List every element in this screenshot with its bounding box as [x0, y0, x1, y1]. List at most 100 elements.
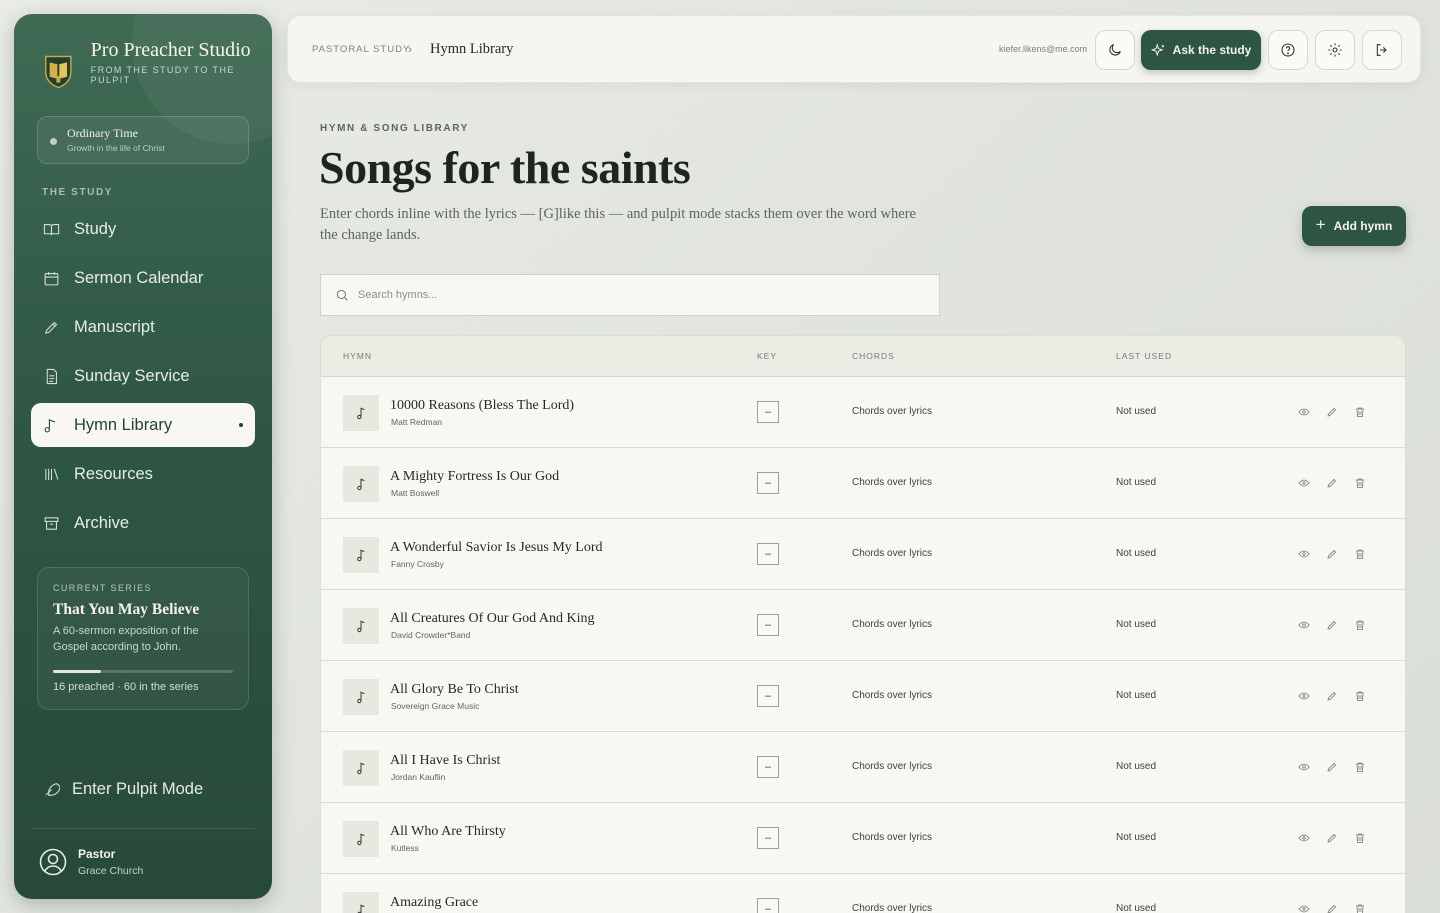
view-button[interactable]	[1298, 476, 1312, 490]
edit-button[interactable]	[1326, 618, 1340, 632]
view-button[interactable]	[1298, 902, 1312, 913]
sidebar-item-resources[interactable]: Resources	[31, 452, 255, 496]
hymn-key[interactable]: –	[757, 472, 779, 494]
eye-icon	[1298, 692, 1310, 700]
sidebar-item-label: Sermon Calendar	[74, 268, 204, 287]
table-row[interactable]: All I Have Is Christ Jordan Kauflin – Ch…	[321, 732, 1405, 803]
music-note-icon	[357, 904, 365, 913]
hymn-key[interactable]: –	[757, 898, 779, 913]
sidebar-item-label: Hymn Library	[74, 415, 173, 434]
hymn-title[interactable]: All Creatures Of Our God And King	[390, 611, 595, 627]
column-header-key[interactable]: KEY	[757, 351, 777, 361]
table-row[interactable]: Amazing Grace – Chords over lyrics Not u…	[321, 874, 1405, 913]
column-header-hymn[interactable]: HYMN	[343, 351, 372, 361]
edit-button[interactable]	[1326, 760, 1340, 774]
sidebar-item-hymn-library[interactable]: Hymn Library	[31, 403, 255, 447]
hymn-last-used: Not used	[1116, 832, 1157, 843]
view-button[interactable]	[1298, 760, 1312, 774]
delete-button[interactable]	[1354, 902, 1368, 913]
hymn-title[interactable]: A Wonderful Savior Is Jesus My Lord	[390, 540, 603, 556]
hymn-title[interactable]: A Mighty Fortress Is Our God	[390, 469, 559, 485]
hymn-key[interactable]: –	[757, 401, 779, 423]
delete-button[interactable]	[1354, 760, 1368, 774]
help-button[interactable]	[1268, 30, 1308, 70]
hymn-title[interactable]: 10000 Reasons (Bless The Lord)	[390, 398, 574, 414]
eye-icon	[1298, 408, 1310, 416]
trash-icon	[1356, 762, 1364, 772]
eye-icon	[1298, 621, 1310, 629]
pencil-icon	[1327, 762, 1337, 772]
sidebar-item-sunday-service[interactable]: Sunday Service	[31, 354, 255, 398]
hymn-title[interactable]: All I Have Is Christ	[390, 753, 500, 769]
view-button[interactable]	[1298, 689, 1312, 703]
delete-button[interactable]	[1354, 831, 1368, 845]
sidebar-item-study[interactable]: Study	[31, 207, 255, 251]
nav-section-label: THE STUDY	[42, 187, 114, 198]
breadcrumb-root[interactable]: PASTORAL STUDY	[312, 44, 410, 55]
column-header-last-used[interactable]: LAST USED	[1116, 351, 1172, 361]
edit-button[interactable]	[1326, 476, 1340, 490]
page-description: Enter chords inline with the lyrics — [G…	[320, 206, 916, 243]
table-row[interactable]: All Who Are Thirsty Kutless – Chords ove…	[321, 803, 1405, 874]
hymn-thumbnail	[343, 537, 379, 573]
music-note-icon	[357, 549, 365, 562]
hymn-key[interactable]: –	[757, 685, 779, 707]
ask-the-study-button[interactable]: Ask the study	[1141, 30, 1261, 70]
table-row[interactable]: 10000 Reasons (Bless The Lord) Matt Redm…	[321, 377, 1405, 448]
hymn-title[interactable]: All Who Are Thirsty	[390, 824, 506, 840]
user-profile[interactable]: Pastor Grace Church	[39, 847, 143, 877]
hymn-key[interactable]: –	[757, 827, 779, 849]
theme-toggle-button[interactable]	[1095, 30, 1135, 70]
pencil-icon	[1327, 904, 1337, 913]
delete-button[interactable]	[1354, 476, 1368, 490]
view-button[interactable]	[1298, 618, 1312, 632]
edit-button[interactable]	[1326, 902, 1340, 913]
delete-button[interactable]	[1354, 405, 1368, 419]
sidebar-item-manuscript[interactable]: Manuscript	[31, 305, 255, 349]
hymn-key[interactable]: –	[757, 543, 779, 565]
hymn-key[interactable]: –	[757, 756, 779, 778]
season-dot	[50, 138, 57, 145]
delete-button[interactable]	[1354, 547, 1368, 561]
hymn-author: Matt Boswell	[391, 488, 440, 498]
settings-button[interactable]	[1315, 30, 1355, 70]
music-note-icon	[357, 620, 365, 633]
user-email: kiefer.likens@me.com	[999, 44, 1088, 54]
sign-out-button[interactable]	[1362, 30, 1402, 70]
search-input[interactable]	[358, 289, 918, 301]
table-row[interactable]: All Creatures Of Our God And King David …	[321, 590, 1405, 661]
table-row[interactable]: A Wonderful Savior Is Jesus My Lord Fann…	[321, 519, 1405, 590]
hymn-thumbnail	[343, 466, 379, 502]
sidebar-item-sermon-calendar[interactable]: Sermon Calendar	[31, 256, 255, 300]
hymn-last-used: Not used	[1116, 406, 1157, 417]
add-hymn-button[interactable]: + Add hymn	[1302, 206, 1406, 246]
delete-button[interactable]	[1354, 618, 1368, 632]
hymn-title[interactable]: Amazing Grace	[390, 895, 478, 911]
table-row[interactable]: All Glory Be To Christ Sovereign Grace M…	[321, 661, 1405, 732]
trash-icon	[1356, 407, 1364, 417]
moon-icon	[1109, 44, 1121, 56]
edit-button[interactable]	[1326, 547, 1340, 561]
current-series-card[interactable]: CURRENT SERIES That You May Believe A 60…	[37, 567, 249, 710]
hymn-title[interactable]: All Glory Be To Christ	[390, 682, 519, 698]
plus-icon: +	[1315, 215, 1326, 234]
enter-pulpit-mode-button[interactable]: Enter Pulpit Mode	[43, 780, 203, 799]
column-header-chords[interactable]: CHORDS	[852, 351, 895, 361]
edit-button[interactable]	[1326, 689, 1340, 703]
hymn-thumbnail	[343, 679, 379, 715]
eye-icon	[1298, 550, 1310, 558]
sidebar-item-archive[interactable]: Archive	[31, 501, 255, 545]
edit-button[interactable]	[1326, 405, 1340, 419]
hymn-key[interactable]: –	[757, 614, 779, 636]
view-button[interactable]	[1298, 547, 1312, 561]
pencil-icon	[1327, 691, 1337, 701]
music-note-icon	[357, 691, 365, 704]
sidebar-item-label: Archive	[74, 513, 130, 532]
edit-button[interactable]	[1326, 831, 1340, 845]
view-button[interactable]	[1298, 405, 1312, 419]
table-row[interactable]: A Mighty Fortress Is Our God Matt Boswel…	[321, 448, 1405, 519]
pencil-icon	[1327, 833, 1337, 843]
view-button[interactable]	[1298, 831, 1312, 845]
brand[interactable]: Pro Preacher Studio FROM THE STUDY TO TH…	[40, 40, 272, 90]
delete-button[interactable]	[1354, 689, 1368, 703]
